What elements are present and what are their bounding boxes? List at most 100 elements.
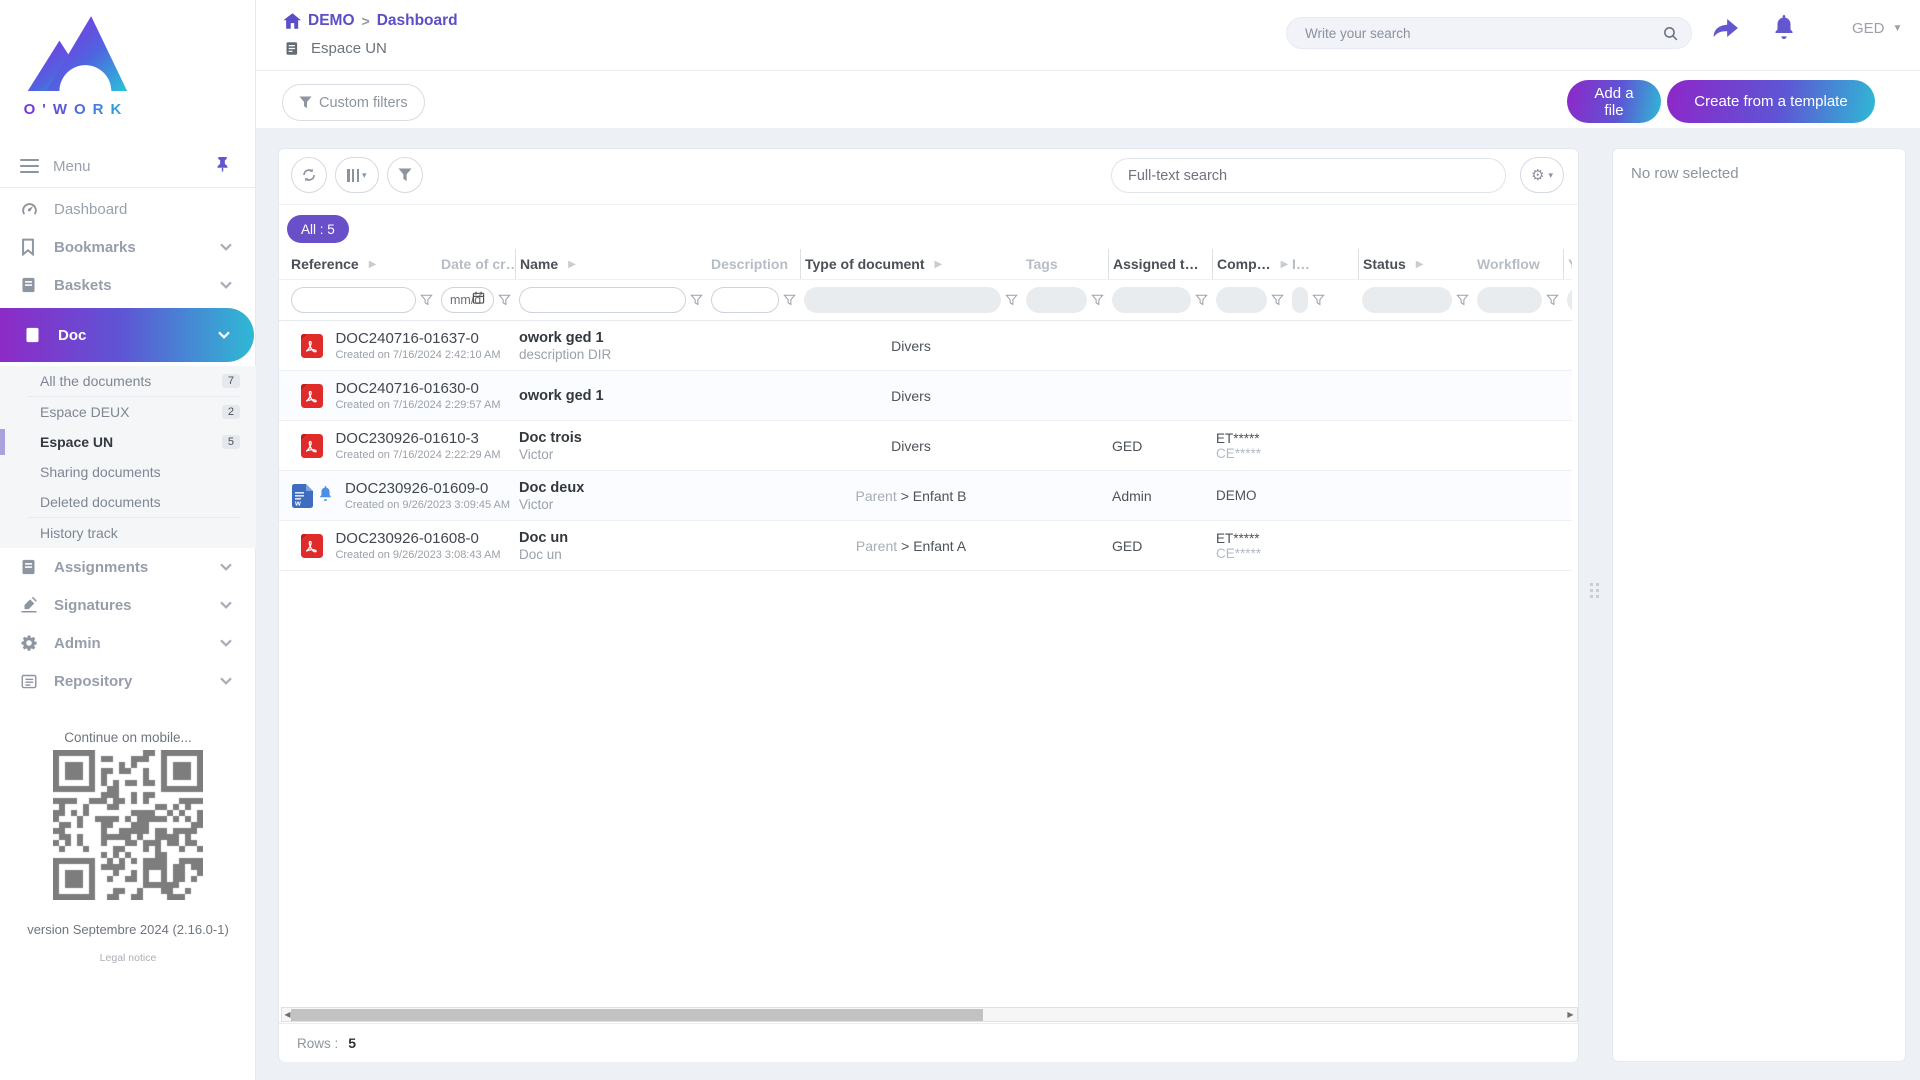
reference-text: DOC230926-01610-3: [335, 430, 479, 447]
column-header-i-[interactable]: I…: [1288, 249, 1358, 279]
funnel-icon[interactable]: [1195, 294, 1208, 306]
column-header-description[interactable]: Description: [707, 249, 800, 279]
sidebar-subitem-espace-deux[interactable]: Espace DEUX 2: [0, 397, 256, 427]
table-settings-button[interactable]: ⚙ ▾: [1520, 157, 1564, 193]
notification-bell-icon: [318, 485, 333, 507]
funnel-icon[interactable]: [498, 294, 511, 306]
create-template-button[interactable]: Create from a template: [1667, 80, 1875, 123]
tab-all-documents[interactable]: All : 5: [287, 215, 349, 243]
gear-icon: ⚙: [1531, 166, 1545, 184]
sort-arrow-icon[interactable]: ▶: [1281, 259, 1288, 270]
column-header-workflow[interactable]: Workflow: [1473, 249, 1563, 279]
funnel-icon[interactable]: [420, 294, 433, 306]
column-header-type-of-document[interactable]: Type of document ▶: [800, 249, 1022, 279]
funnel-icon[interactable]: [1271, 294, 1284, 306]
column-header-date-of-cr-[interactable]: Date of cr…: [437, 249, 515, 279]
sort-arrow-icon[interactable]: ▶: [568, 259, 576, 270]
scrollbar-thumb[interactable]: [291, 1009, 983, 1021]
share-icon[interactable]: [1711, 16, 1739, 45]
filter-select[interactable]: [1112, 287, 1191, 313]
sidebar-item-baskets[interactable]: Baskets: [0, 266, 256, 304]
funnel-icon[interactable]: [690, 294, 703, 306]
hamburger-icon[interactable]: [20, 158, 39, 174]
filter-input[interactable]: [528, 293, 677, 307]
fulltext-search[interactable]: [1111, 158, 1506, 193]
column-header-y-[interactable]: Y…: [1563, 249, 1572, 279]
filter-select[interactable]: [1567, 287, 1572, 313]
column-header-comp-[interactable]: Comp… ▶: [1212, 249, 1288, 279]
funnel-icon[interactable]: [1456, 294, 1469, 306]
sidebar-item-admin[interactable]: Admin: [0, 624, 256, 662]
sort-arrow-icon[interactable]: ▶: [369, 259, 377, 270]
sidebar-subitem-sharing-documents[interactable]: Sharing documents: [0, 457, 256, 487]
sidebar-subitem-deleted-documents[interactable]: Deleted documents: [0, 487, 256, 517]
funnel-icon[interactable]: [783, 294, 796, 306]
filter-select[interactable]: [1026, 287, 1087, 313]
filter-select[interactable]: [1216, 287, 1267, 313]
filter-text-input[interactable]: [711, 287, 779, 313]
panel-resize-handle[interactable]: [1590, 583, 1600, 599]
columns-button[interactable]: ▾: [335, 157, 379, 193]
sidebar-item-doc[interactable]: Doc: [0, 308, 254, 362]
funnel-icon[interactable]: [1005, 294, 1018, 306]
column-header-tags[interactable]: Tags: [1022, 249, 1108, 279]
refresh-button[interactable]: [291, 157, 327, 193]
funnel-icon[interactable]: [1091, 294, 1104, 306]
filter-input[interactable]: [720, 293, 770, 307]
bell-icon[interactable]: [1772, 14, 1796, 45]
global-search-input[interactable]: [1305, 25, 1662, 41]
filter-text-input[interactable]: [519, 287, 686, 313]
sidebar-item-bookmarks[interactable]: Bookmarks: [0, 228, 256, 266]
document-name: Doc un: [519, 529, 569, 546]
sidebar-subitem-espace-un[interactable]: Espace UN 5: [0, 427, 256, 457]
filter-input[interactable]: [300, 293, 407, 307]
table-row[interactable]: DOC240716-01630-0 Created on 7/16/2024 2:…: [279, 371, 1572, 421]
add-file-button[interactable]: Add a file: [1567, 80, 1661, 123]
filter-button[interactable]: [387, 157, 423, 193]
sort-arrow-icon[interactable]: ▶: [1416, 259, 1424, 270]
table-header-row: Reference ▶ Date of cr… Name ▶ Description Typ…: [279, 249, 1572, 279]
column-header-assigned-t-[interactable]: Assigned t…: [1108, 249, 1212, 279]
home-icon[interactable]: [284, 13, 301, 29]
sidebar-subitem-all-the-documents[interactable]: All the documents 7: [0, 366, 256, 396]
column-header-label: Type of document: [805, 256, 925, 272]
horizontal-scrollbar[interactable]: ◀ ▶: [281, 1007, 1578, 1022]
column-header-name[interactable]: Name ▶: [515, 249, 707, 279]
created-date: Created on 7/16/2024 2:29:57 AM: [335, 399, 501, 411]
sidebar-item-assignments[interactable]: Assignments: [0, 548, 256, 586]
pin-icon[interactable]: [215, 156, 230, 177]
filter-select[interactable]: [804, 287, 1001, 313]
breadcrumb-current[interactable]: Dashboard: [377, 12, 458, 30]
scrollbar-right-arrow[interactable]: ▶: [1565, 1010, 1576, 1019]
search-icon[interactable]: [1662, 25, 1679, 42]
fulltext-search-input[interactable]: [1128, 167, 1489, 184]
table-row[interactable]: DOC230926-01608-0 Created on 9/26/2023 3:…: [279, 521, 1572, 571]
sidebar-item-dashboard[interactable]: Dashboard: [0, 190, 256, 228]
filter-select[interactable]: [1362, 287, 1452, 313]
calendar-icon[interactable]: [472, 291, 485, 309]
type-cell: Divers: [800, 421, 1022, 470]
user-dropdown[interactable]: GED ▼: [1852, 20, 1902, 37]
breadcrumb-root[interactable]: DEMO: [308, 12, 355, 30]
column-header-status[interactable]: Status ▶: [1358, 249, 1473, 279]
global-search[interactable]: [1286, 17, 1692, 49]
funnel-icon[interactable]: [1546, 294, 1559, 306]
name-cell: Doc deux Victor: [515, 471, 800, 520]
company-value: ET*****: [1216, 430, 1260, 446]
funnel-icon[interactable]: [1312, 294, 1325, 306]
sidebar-item-repository[interactable]: Repository: [0, 662, 256, 700]
table-row[interactable]: DOC240716-01637-0 Created on 7/16/2024 2:…: [279, 321, 1572, 371]
filter-select[interactable]: [1292, 287, 1308, 313]
filter-select[interactable]: [1477, 287, 1542, 313]
legal-notice-link[interactable]: Legal notice: [0, 952, 256, 964]
sidebar-subitem-history-track[interactable]: History track: [0, 518, 256, 548]
filter-text-input[interactable]: [291, 287, 416, 313]
sort-arrow-icon[interactable]: ▶: [935, 259, 943, 270]
custom-filters-button[interactable]: Custom filters: [282, 84, 425, 121]
assigned-cell: GED: [1112, 437, 1143, 454]
filter-date-input[interactable]: mm/d: [441, 287, 494, 313]
sidebar-item-signatures[interactable]: Signatures: [0, 586, 256, 624]
table-row[interactable]: DOC230926-01610-3 Created on 7/16/2024 2:…: [279, 421, 1572, 471]
column-header-reference[interactable]: Reference ▶: [287, 249, 437, 279]
table-row[interactable]: w DOC230926-01609-0 Created on 9/26/2023 3…: [279, 471, 1572, 521]
